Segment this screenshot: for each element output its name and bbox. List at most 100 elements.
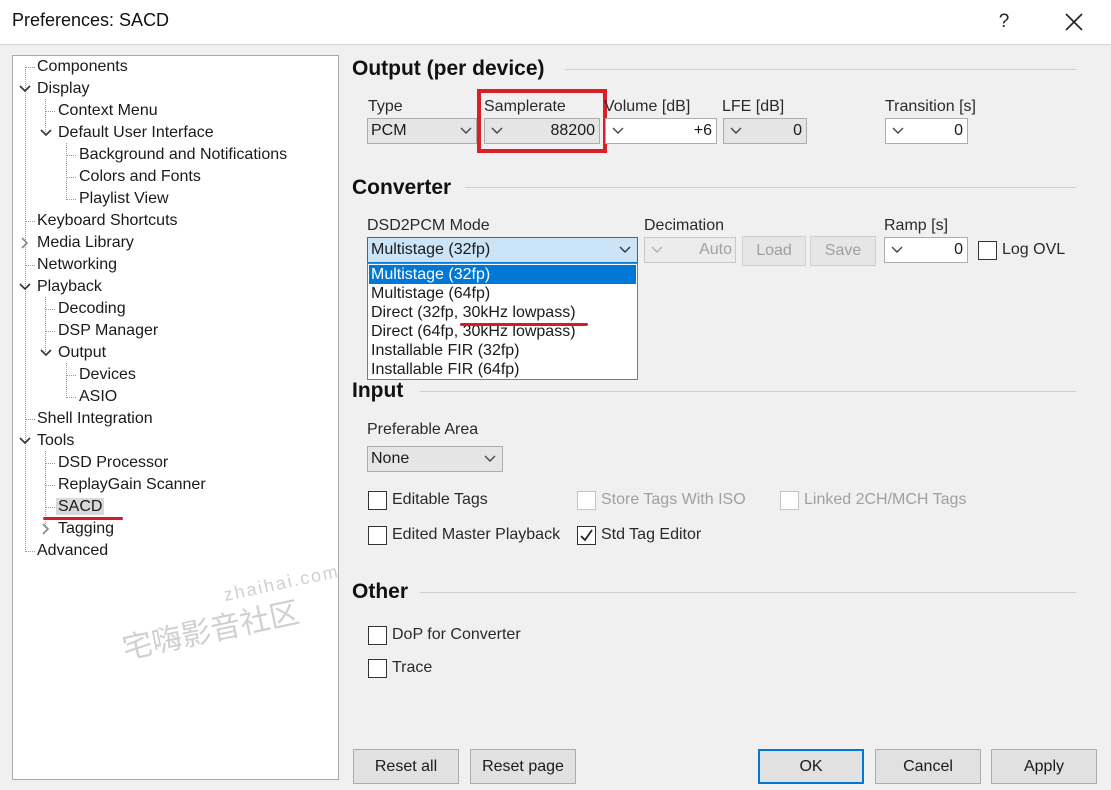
chevron-down-icon <box>891 246 903 253</box>
tree-item-components[interactable]: Components <box>19 56 130 78</box>
std-tag-editor-label: Std Tag Editor <box>601 526 702 543</box>
chevron-down-icon <box>730 127 742 134</box>
tree-item-asio[interactable]: ASIO <box>61 386 119 408</box>
ramp-label: Ramp [s] <box>884 217 949 234</box>
chevron-down-icon <box>892 127 904 134</box>
log-ovl-checkbox[interactable]: Log OVL <box>978 240 1068 262</box>
type-value: PCM <box>371 122 407 139</box>
annotation-underline-direct-32fp <box>460 323 588 326</box>
type-select[interactable]: PCM <box>367 118 477 144</box>
section-divider <box>420 391 1076 392</box>
dropdown-option[interactable]: Installable FIR (32fp) <box>369 341 636 360</box>
chevron-down-icon[interactable] <box>19 435 31 447</box>
chevron-down-icon <box>619 246 631 253</box>
save-button[interactable]: Save <box>810 236 876 266</box>
reset-all-button[interactable]: Reset all <box>353 749 459 784</box>
tree-item-sacd[interactable]: SACD <box>40 496 105 518</box>
tree-item-devices[interactable]: Devices <box>61 364 138 386</box>
section-other-heading: Other <box>352 580 409 603</box>
tree-item-keyboard-shortcuts[interactable]: Keyboard Shortcuts <box>19 210 180 232</box>
dropdown-option[interactable]: Direct (32fp, 30kHz lowpass) <box>369 303 636 322</box>
trace-checkbox[interactable]: Trace <box>368 658 568 680</box>
checkbox-box[interactable] <box>368 659 387 678</box>
preferable-area-select[interactable]: None <box>367 446 503 472</box>
cancel-button[interactable]: Cancel <box>875 749 981 784</box>
tree-item-display[interactable]: Display <box>19 78 91 100</box>
section-divider <box>565 69 1076 70</box>
tree-item-media-library[interactable]: Media Library <box>19 232 136 254</box>
dsd2pcm-mode-value: Multistage (32fp) <box>371 241 491 258</box>
tree-item-tagging[interactable]: Tagging <box>40 518 116 540</box>
ramp-select[interactable]: 0 <box>884 237 968 263</box>
checkbox-box[interactable] <box>577 526 596 545</box>
ok-button[interactable]: OK <box>758 749 864 784</box>
store-tags-with-iso-checkbox[interactable]: Store Tags With ISO <box>577 490 777 512</box>
checkbox-box[interactable] <box>368 491 387 510</box>
dsd2pcm-mode-select[interactable]: Multistage (32fp) <box>367 237 638 263</box>
tree-item-tools[interactable]: Tools <box>19 430 76 452</box>
section-divider <box>465 187 1076 188</box>
tree-item-context-menu[interactable]: Context Menu <box>40 100 160 122</box>
tree-item-dsd-processor[interactable]: DSD Processor <box>40 452 170 474</box>
checkbox-box[interactable] <box>978 241 997 260</box>
apply-button[interactable]: Apply <box>991 749 1097 784</box>
close-button[interactable] <box>1058 6 1090 38</box>
chevron-down-icon[interactable] <box>40 347 52 359</box>
preferences-tree[interactable]: Components Display Context Menu Default … <box>12 55 339 780</box>
help-button[interactable]: ? <box>990 8 1018 36</box>
tree-item-background-notifications[interactable]: Background and Notifications <box>61 144 289 166</box>
tree-item-replaygain-scanner[interactable]: ReplayGain Scanner <box>40 474 208 496</box>
linked-2ch-mch-tags-checkbox[interactable]: Linked 2CH/MCH Tags <box>780 490 980 512</box>
editable-tags-checkbox[interactable]: Editable Tags <box>368 490 568 512</box>
edited-master-playback-label: Edited Master Playback <box>392 526 561 543</box>
ramp-value: 0 <box>954 241 963 258</box>
chevron-down-icon[interactable] <box>19 281 31 293</box>
dsd2pcm-mode-dropdown-list[interactable]: Multistage (32fp) Multistage (64fp) Dire… <box>367 263 638 380</box>
tree-item-colors-fonts[interactable]: Colors and Fonts <box>61 166 203 188</box>
section-input-heading: Input <box>352 379 404 402</box>
window-title: Preferences: SACD <box>12 10 170 30</box>
tree-item-playlist-view[interactable]: Playlist View <box>61 188 171 210</box>
decimation-label: Decimation <box>644 217 725 234</box>
decimation-select[interactable]: Auto <box>644 237 736 263</box>
dop-for-converter-checkbox[interactable]: DoP for Converter <box>368 625 568 647</box>
tree-item-advanced[interactable]: Advanced <box>19 540 110 562</box>
chevron-right-icon[interactable] <box>19 237 31 249</box>
checkmark-icon <box>580 529 593 542</box>
volume-label: Volume [dB] <box>604 98 691 115</box>
section-output-heading: Output (per device) <box>352 57 545 80</box>
chevron-down-icon[interactable] <box>19 83 31 95</box>
checkbox-box[interactable] <box>368 526 387 545</box>
lfe-select[interactable]: 0 <box>723 118 807 144</box>
volume-select[interactable]: +6 <box>605 118 717 144</box>
checkbox-box[interactable] <box>780 491 799 510</box>
transition-label: Transition [s] <box>885 98 976 115</box>
title-bar: Preferences: SACD ? <box>0 0 1111 44</box>
dropdown-option[interactable]: Multistage (64fp) <box>369 284 636 303</box>
tree-item-output[interactable]: Output <box>40 342 108 364</box>
dropdown-option[interactable]: Installable FIR (64fp) <box>369 360 636 379</box>
lfe-label: LFE [dB] <box>722 98 785 115</box>
load-button[interactable]: Load <box>742 236 806 266</box>
edited-master-playback-checkbox[interactable]: Edited Master Playback <box>368 525 568 547</box>
preferable-area-value: None <box>371 450 410 467</box>
dropdown-option[interactable]: Multistage (32fp) <box>369 265 636 284</box>
tree-item-networking[interactable]: Networking <box>19 254 119 276</box>
checkbox-box[interactable] <box>368 626 387 645</box>
tree-item-default-user-interface[interactable]: Default User Interface <box>40 122 216 144</box>
chevron-down-icon[interactable] <box>40 127 52 139</box>
tree-item-dsp-manager[interactable]: DSP Manager <box>40 320 160 342</box>
transition-select[interactable]: 0 <box>885 118 968 144</box>
tree-item-playback[interactable]: Playback <box>19 276 104 298</box>
chevron-right-icon[interactable] <box>40 523 52 535</box>
std-tag-editor-checkbox[interactable]: Std Tag Editor <box>577 525 777 547</box>
reset-page-button[interactable]: Reset page <box>470 749 576 784</box>
tree-item-decoding[interactable]: Decoding <box>40 298 128 320</box>
dop-for-converter-label: DoP for Converter <box>392 626 521 643</box>
chevron-down-icon <box>484 455 496 462</box>
chevron-down-icon <box>612 127 624 134</box>
annotation-box-samplerate <box>477 89 607 153</box>
checkbox-box[interactable] <box>577 491 596 510</box>
tree-item-shell-integration[interactable]: Shell Integration <box>19 408 155 430</box>
dsd2pcm-mode-label: DSD2PCM Mode <box>367 217 490 234</box>
